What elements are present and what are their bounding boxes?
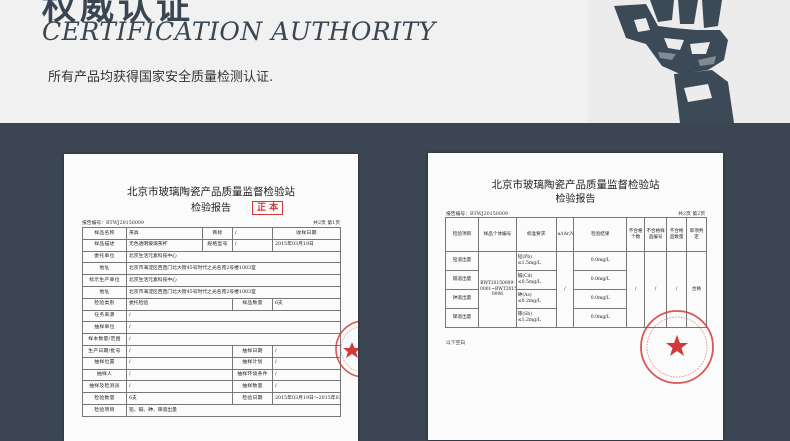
table-row: 任务来源 / <box>82 309 341 323</box>
table-row: 检验项目 铅、镉、砷、锑溶出量 <box>82 403 341 417</box>
table-header-row: 检验项目 样品个体编号 标准要求 a/(Ar,Nd) 检验结果 不合格个数 不合… <box>444 217 707 252</box>
table-row: 抽样及检测员 / 抽样数量 / <box>82 380 341 394</box>
title-english: CERTIFICATION AUTHORITY <box>42 17 436 46</box>
subtitle: 所有产品均获得国家安全质量检测认证. <box>48 70 274 85</box>
table-row: 委托单位 北京生活元素科技中心 <box>82 250 341 264</box>
official-seal-icon <box>640 310 714 384</box>
table-row: 抽样单位 / <box>82 321 341 335</box>
table-row: 生产日期/批号 / 抽样日期 / <box>82 344 341 358</box>
table-row: 地址 北京市海淀区西直门北大街45号时代之光名苑2号楼1003室 <box>82 262 341 276</box>
table-row: 样本数量/范围 / <box>82 333 341 346</box>
doc2-footer-note: 以下空白 <box>446 341 466 346</box>
inspection-report-page-2: 北京市玻璃陶瓷产品质量监督检验站 检验报告 报告编号：BTWJ20150009 … <box>428 153 723 440</box>
inspection-report-page-1: 北京市玻璃陶瓷产品质量监督检验站 检验报告 正 本 报告编号：BTWJ20150… <box>64 154 358 441</box>
doc2-title: 检验报告 <box>555 194 596 205</box>
doc1-report-number: 报告编号：BTWJ20150009 <box>82 221 144 226</box>
original-copy-stamp: 正 本 <box>252 201 284 215</box>
doc1-title: 检验报告 <box>191 203 231 214</box>
doc1-page-number: 共2页 第1页 <box>313 221 340 226</box>
table-row: 样品名称 茶具 商标 / 收样日期 <box>82 227 341 240</box>
table-row: 抽样位置 / 抽样计划 / <box>82 356 341 370</box>
table-row: 检验数量 6支 检验日期 2015年03月19日～2015年03月31日 <box>82 392 341 405</box>
table-row: 样品描述 无色透明玻璃茶杯 规格型号 / 2015年03月19日 <box>82 238 341 252</box>
table-row: 铅溶出量 BWT20150009-0001~BWT20150009-0006 铅… <box>444 251 707 328</box>
table-row: 检验类别 委托检验 样品数量 6支 <box>82 297 341 311</box>
doc2-report-number: 报告编号：BTWJ20150009 <box>446 212 508 217</box>
doc1-organization: 北京市玻璃陶瓷产品质量监督检验站 <box>127 186 295 198</box>
header-section: 权威认证 CERTIFICATION AUTHORITY 所有产品均获得国家安全… <box>0 0 790 123</box>
table-row: 抽样人 / 抽样环境条件 / <box>82 368 341 382</box>
table-row: 标示生产单位 北京生活元素科技中心 <box>82 274 341 287</box>
official-seal-icon <box>335 320 358 378</box>
doc1-form-table: 样品名称 茶具 商标 / 收样日期 样品描述 无色透明玻璃茶杯 规格型号 / 2… <box>82 227 341 417</box>
table-row: 地址 北京市海淀区西直门北大街45号时代之光名苑2号楼1003室 <box>82 285 341 299</box>
doc2-page-number: 共2页 第2页 <box>678 212 705 217</box>
raised-fist-icon <box>588 0 790 123</box>
